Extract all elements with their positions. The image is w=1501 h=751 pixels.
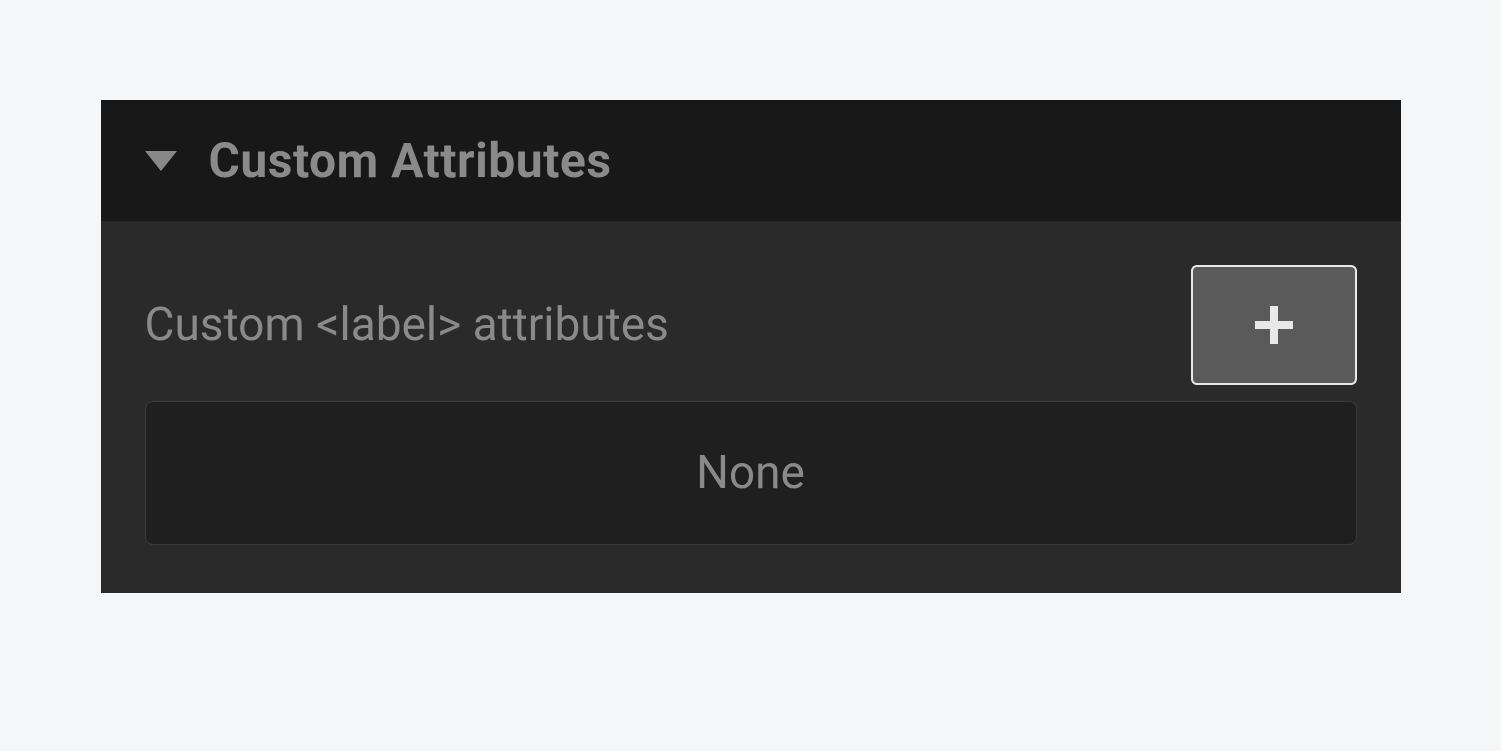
attributes-value-box[interactable]: None <box>145 401 1357 545</box>
chevron-down-icon <box>145 151 177 171</box>
custom-attributes-panel: Custom Attributes Custom <label> attribu… <box>101 100 1401 593</box>
plus-icon <box>1255 306 1293 344</box>
panel-header[interactable]: Custom Attributes <box>101 100 1401 221</box>
row-label: Custom <label> attributes <box>145 298 669 352</box>
add-attribute-button[interactable] <box>1191 265 1357 385</box>
panel-body: Custom <label> attributes None <box>101 221 1401 593</box>
panel-title: Custom Attributes <box>209 132 612 189</box>
attribute-row: Custom <label> attributes <box>145 265 1357 385</box>
